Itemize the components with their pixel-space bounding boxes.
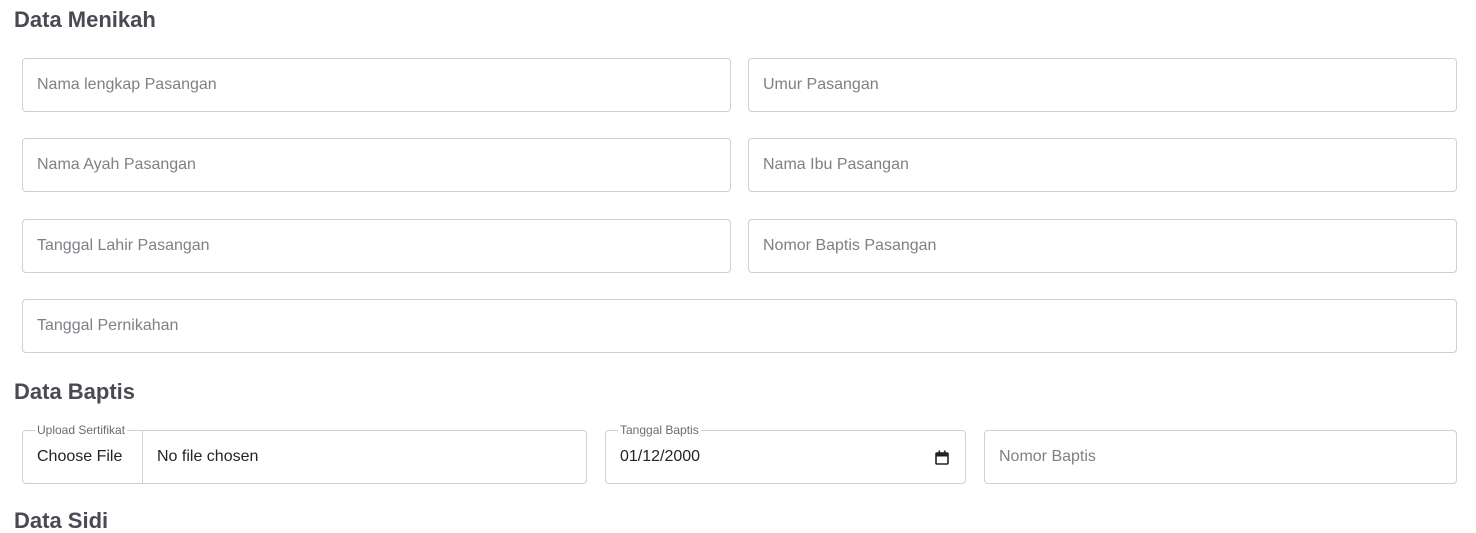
section-title-next: Data Sidi — [14, 508, 109, 533]
calendar-icon[interactable] — [935, 450, 949, 465]
tanggal-pernikahan-input[interactable] — [23, 300, 1456, 352]
nama-ibu-pasangan-input[interactable] — [749, 139, 1456, 191]
nomor-baptis-pasangan-input[interactable] — [749, 220, 1456, 272]
tanggal-pernikahan-field[interactable] — [22, 299, 1457, 353]
nomor-baptis-field[interactable] — [984, 430, 1457, 484]
upload-sertifikat-field[interactable]: Upload Sertifikat Choose File No file ch… — [22, 423, 587, 484]
file-status-text: No file chosen — [157, 448, 259, 465]
nama-ayah-pasangan-field[interactable] — [22, 138, 731, 192]
section-title-data-menikah: Data Menikah — [14, 7, 156, 32]
section-title-data-baptis: Data Baptis — [14, 379, 136, 404]
nama-ibu-pasangan-field[interactable] — [748, 138, 1457, 192]
nomor-baptis-pasangan-field[interactable] — [748, 219, 1457, 273]
nama-ayah-pasangan-input[interactable] — [23, 139, 730, 191]
choose-file-button[interactable]: Choose File — [23, 431, 143, 483]
nama-lengkap-pasangan-input[interactable] — [23, 59, 730, 111]
tanggal-lahir-pasangan-input[interactable] — [23, 220, 730, 272]
nomor-baptis-input[interactable] — [985, 431, 1456, 483]
umur-pasangan-field[interactable] — [748, 58, 1457, 112]
tanggal-lahir-pasangan-field[interactable] — [22, 219, 731, 273]
umur-pasangan-input[interactable] — [749, 59, 1456, 111]
tanggal-baptis-value[interactable]: 01/12/2000 — [620, 431, 700, 483]
tanggal-baptis-field[interactable]: Tanggal Baptis 01/12/2000 — [605, 423, 966, 484]
nama-lengkap-pasangan-field[interactable] — [22, 58, 731, 112]
